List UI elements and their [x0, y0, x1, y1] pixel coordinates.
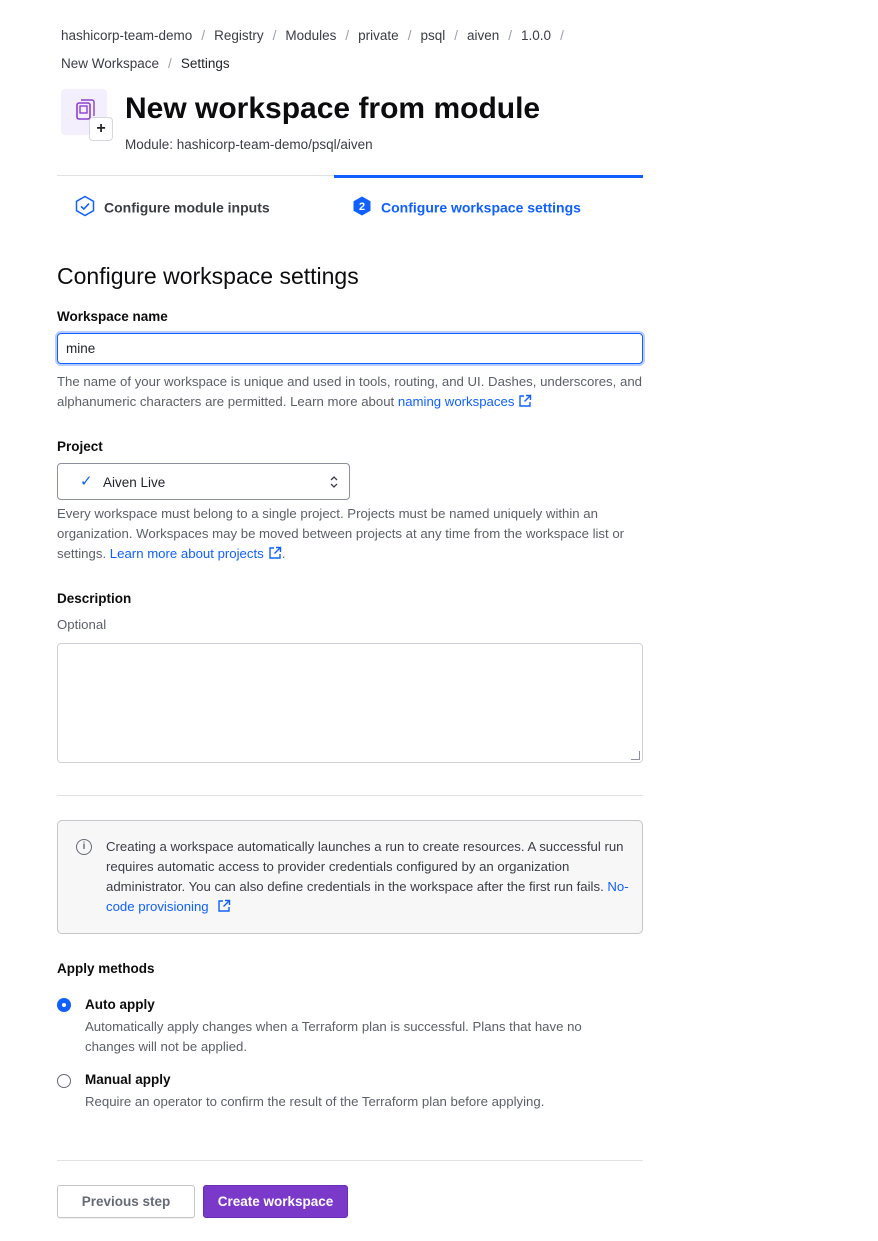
- project-selected-value: Aiven Live: [103, 475, 166, 490]
- auto-apply-description: Automatically apply changes when a Terra…: [85, 1019, 582, 1054]
- breadcrumb-separator: /: [407, 28, 412, 43]
- learn-more-projects-link[interactable]: Learn more about projects: [110, 546, 282, 561]
- notice-text: Creating a workspace automatically launc…: [106, 837, 631, 919]
- naming-workspaces-link[interactable]: naming workspaces: [398, 394, 533, 409]
- external-link-icon: [268, 546, 282, 566]
- workspace-name-label: Workspace name: [57, 309, 168, 324]
- divider: [57, 1160, 643, 1161]
- auto-apply-radio[interactable]: [58, 999, 70, 1011]
- resize-handle[interactable]: [631, 751, 640, 760]
- page-title: New workspace from module: [125, 92, 541, 125]
- project-label: Project: [57, 439, 103, 454]
- module-icon: +: [61, 89, 113, 141]
- info-icon: i: [76, 839, 92, 855]
- check-hexagon-icon: [74, 195, 96, 223]
- breadcrumb: hashicorp-team-demo / Registry / Modules / pri…: [61, 22, 661, 78]
- apply-methods-label: Apply methods: [57, 961, 155, 976]
- external-link-icon: [518, 394, 532, 414]
- auto-apply-label[interactable]: Auto apply: [85, 996, 155, 1014]
- breadcrumb-psql[interactable]: psql: [420, 28, 445, 43]
- breadcrumb-org[interactable]: hashicorp-team-demo: [61, 28, 192, 43]
- step-label: Configure module inputs: [104, 199, 270, 216]
- plus-icon: +: [89, 117, 113, 141]
- description-textarea[interactable]: [57, 643, 643, 763]
- create-workspace-button[interactable]: Create workspace: [203, 1185, 348, 1218]
- help-text: The name of your workspace is unique and…: [57, 374, 642, 409]
- description-label: Description: [57, 591, 132, 606]
- breadcrumb-new-workspace[interactable]: New Workspace: [61, 56, 159, 71]
- project-help: Every workspace must belong to a single …: [57, 504, 643, 566]
- check-icon: ✓: [80, 473, 93, 490]
- breadcrumb-separator: /: [508, 28, 513, 43]
- page-subtitle: Module: hashicorp-team-demo/psql/aiven: [125, 137, 373, 152]
- breadcrumb-separator: /: [345, 28, 350, 43]
- step-label: Configure workspace settings: [381, 199, 581, 216]
- breadcrumb-separator: /: [272, 28, 277, 43]
- breadcrumb-private[interactable]: private: [358, 28, 399, 43]
- breadcrumb-modules[interactable]: Modules: [285, 28, 336, 43]
- step-configure-workspace-settings[interactable]: 2 Configure workspace settings: [351, 195, 581, 223]
- form-heading: Configure workspace settings: [57, 263, 359, 289]
- help-trailing: .: [281, 546, 286, 561]
- step-number-hexagon-icon: 2: [351, 195, 373, 223]
- workspace-name-input[interactable]: mine: [57, 333, 643, 364]
- previous-step-button[interactable]: Previous step: [57, 1185, 195, 1218]
- divider: [57, 795, 643, 796]
- breadcrumb-current: Settings: [180, 56, 230, 71]
- external-link-icon: [217, 899, 231, 919]
- breadcrumb-separator: /: [201, 28, 206, 43]
- step-configure-module-inputs[interactable]: Configure module inputs: [74, 195, 270, 223]
- breadcrumb-version[interactable]: 1.0.0: [521, 28, 551, 43]
- manual-apply-radio[interactable]: [57, 1074, 71, 1088]
- breadcrumb-registry[interactable]: Registry: [214, 28, 264, 43]
- breadcrumb-separator: /: [560, 28, 564, 43]
- breadcrumb-aiven[interactable]: aiven: [467, 28, 499, 43]
- workspace-name-help: The name of your workspace is unique and…: [57, 372, 647, 414]
- manual-apply-description: Require an operator to confirm the resul…: [85, 1094, 545, 1109]
- project-select[interactable]: ✓ Aiven Live: [57, 463, 350, 500]
- info-notice: i Creating a workspace automatically lau…: [57, 820, 643, 934]
- description-optional-hint: Optional: [57, 617, 107, 632]
- step-number: 2: [359, 201, 365, 213]
- breadcrumb-separator: /: [454, 28, 458, 43]
- active-step-indicator: [334, 175, 643, 178]
- breadcrumb-separator: /: [168, 56, 172, 71]
- manual-apply-label[interactable]: Manual apply: [85, 1071, 171, 1089]
